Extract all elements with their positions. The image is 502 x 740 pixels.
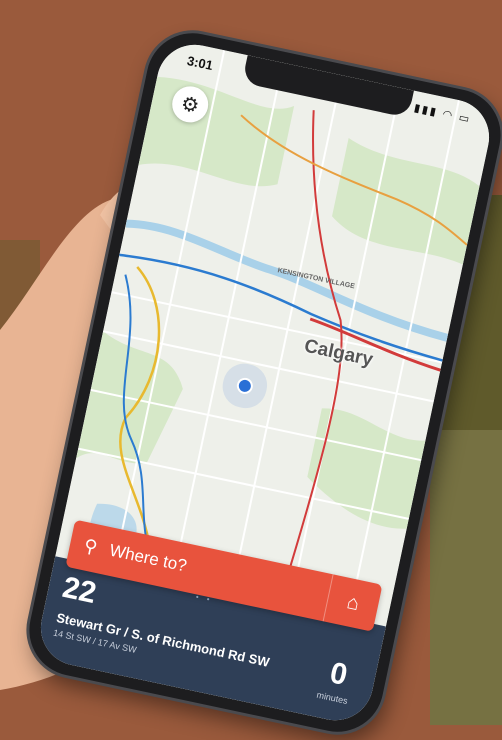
gear-icon: ⚙	[179, 92, 202, 118]
home-button[interactable]: ⌂	[322, 574, 383, 632]
search-placeholder: Where to?	[107, 540, 189, 576]
route-number: 22	[59, 570, 100, 611]
minutes-label: minutes	[315, 689, 349, 707]
minutes-value: 0	[327, 656, 351, 693]
home-icon: ⌂	[344, 590, 362, 615]
search-icon: ⚲	[82, 535, 100, 558]
